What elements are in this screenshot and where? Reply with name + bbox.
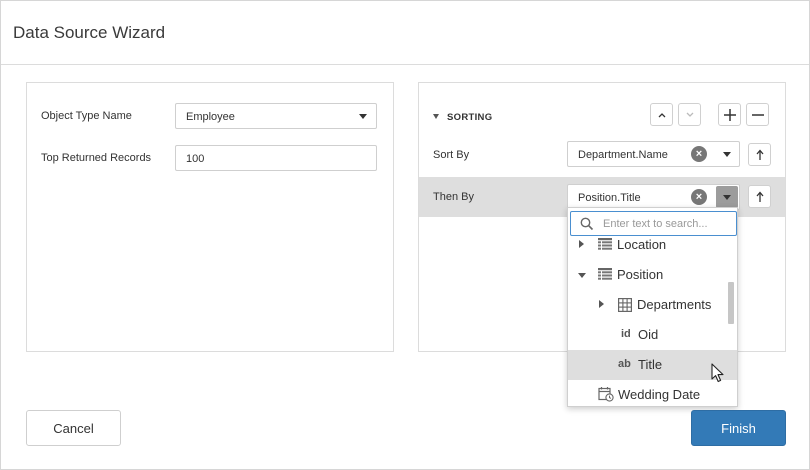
search-placeholder: Enter text to search... xyxy=(603,218,708,230)
finish-button[interactable]: Finish xyxy=(691,410,786,446)
object-type-select[interactable]: Employee xyxy=(175,103,377,129)
tree-item-location[interactable]: Location xyxy=(568,230,737,260)
chevron-down-icon xyxy=(723,151,731,157)
data-source-wizard-dialog: Data Source Wizard Object Type Name Empl… xyxy=(0,0,810,470)
top-records-value: 100 xyxy=(186,153,205,165)
cancel-button[interactable]: Cancel xyxy=(26,410,121,446)
clear-icon[interactable]: × xyxy=(691,189,707,205)
id-type-icon: id xyxy=(621,328,631,340)
add-sort-button[interactable] xyxy=(718,103,741,126)
tree-item-departments[interactable]: Departments xyxy=(568,290,737,320)
chevron-down-icon xyxy=(686,112,693,117)
text-type-icon: ab xyxy=(618,358,631,370)
arrow-up-icon xyxy=(756,191,763,202)
arrow-up-icon xyxy=(756,149,763,160)
sort-by-label: Sort By xyxy=(433,149,470,161)
clear-icon[interactable]: × xyxy=(691,146,707,162)
tree-item-label: Position xyxy=(617,267,664,282)
dialog-header: Data Source Wizard xyxy=(1,1,809,65)
top-records-input[interactable]: 100 xyxy=(175,145,377,171)
sorting-section-title: SORTING xyxy=(447,112,493,123)
sort-by-value: Department.Name xyxy=(578,149,668,161)
calendar-clock-icon xyxy=(598,387,614,402)
query-settings-panel: Object Type Name Employee Top Returned R… xyxy=(26,82,394,352)
expand-icon[interactable] xyxy=(599,300,604,308)
dropdown-button[interactable] xyxy=(716,186,738,208)
then-by-value: Position.Title xyxy=(578,192,641,204)
table-list-icon xyxy=(598,238,612,250)
tree-item-label: Departments xyxy=(637,297,712,312)
remove-sort-button[interactable] xyxy=(746,103,769,126)
sort-by-select[interactable]: Department.Name × xyxy=(567,141,740,167)
tree-item-label: Oid xyxy=(638,327,659,342)
grid-icon xyxy=(618,298,632,312)
tree-item-wedding-date[interactable]: Wedding Date xyxy=(568,380,737,406)
move-down-button[interactable] xyxy=(678,103,701,126)
top-records-label: Top Returned Records xyxy=(41,152,152,164)
tree-item-label: Location xyxy=(617,237,667,252)
then-by-direction-button[interactable] xyxy=(748,185,771,208)
table-list-icon xyxy=(598,268,612,280)
mouse-cursor-icon xyxy=(711,363,724,383)
chevron-up-icon xyxy=(658,112,665,117)
chevron-down-icon xyxy=(359,114,367,119)
tree-item-position[interactable]: Position xyxy=(568,260,737,290)
sort-direction-button[interactable] xyxy=(748,143,771,166)
tree-item-label: Wedding Date xyxy=(618,387,701,402)
object-type-label: Object Type Name xyxy=(41,110,132,122)
object-type-value: Employee xyxy=(186,111,235,123)
tree-item-label: Title xyxy=(638,357,663,372)
move-up-button[interactable] xyxy=(650,103,673,126)
popup-scrollbar[interactable] xyxy=(728,282,734,324)
chevron-down-icon xyxy=(723,194,731,200)
minus-icon xyxy=(751,113,764,116)
expand-icon[interactable] xyxy=(579,240,584,248)
collapse-section-icon[interactable] xyxy=(433,114,439,119)
collapse-icon[interactable] xyxy=(578,273,586,278)
tree-item-oid[interactable]: id Oid xyxy=(568,320,737,350)
search-icon xyxy=(580,217,594,231)
then-by-label: Then By xyxy=(433,191,474,203)
dialog-title: Data Source Wizard xyxy=(13,23,166,42)
dropdown-button[interactable] xyxy=(716,143,738,165)
plus-icon xyxy=(723,108,736,121)
